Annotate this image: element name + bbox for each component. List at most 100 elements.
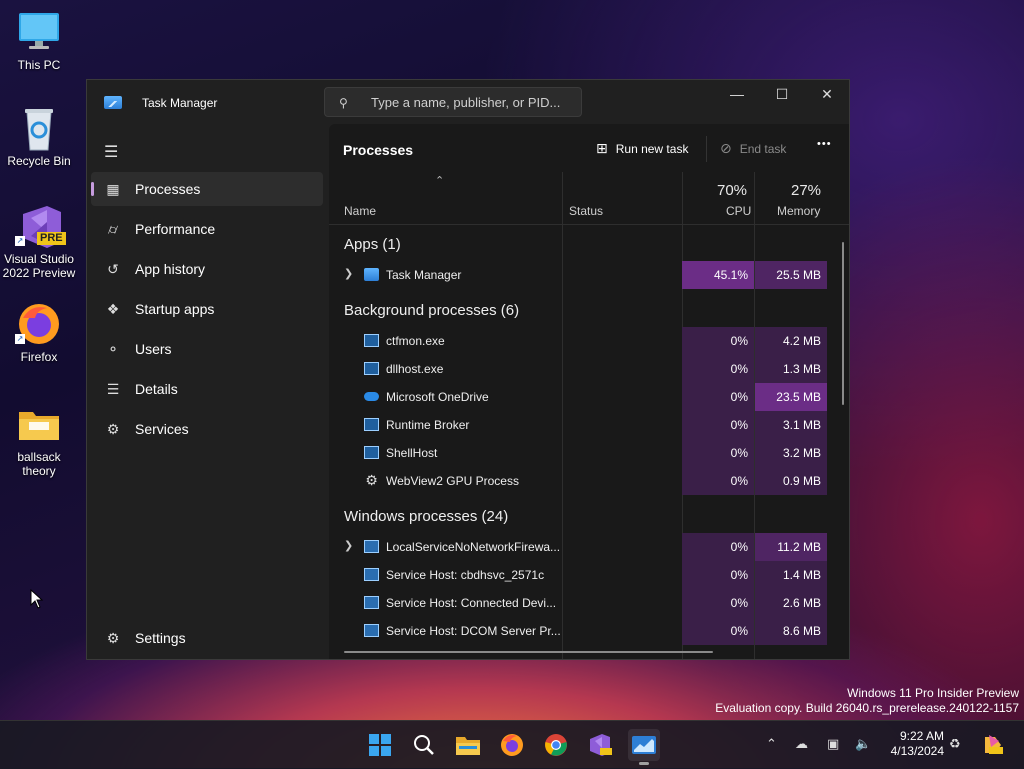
sidebar-item-startup-apps[interactable]: ❖ Startup apps [91,292,323,326]
process-cpu: 0% [682,533,754,561]
table-row[interactable]: ❯ Task Manager 45.1% 25.5 MB [329,261,849,289]
service-host-icon [364,540,379,553]
more-options-button[interactable]: ••• [817,138,832,150]
processes-panel: Processes ⊞ Run new task ⊘ End task ••• ⌃ … [329,124,849,659]
table-row[interactable]: Service Host: cbdhsvc_2571c 0% 1.4 MB [329,561,849,589]
desktop-icon-firefox[interactable]: ↗ Firefox [1,302,77,364]
processes-icon: ▦ [106,181,120,197]
table-row[interactable]: Runtime Broker 0% 3.1 MB [329,411,849,439]
clock-date: 4/13/2024 [890,744,944,758]
maximize-button[interactable]: ☐ [759,80,805,110]
network-icon[interactable]: ▣ [827,736,839,752]
table-row[interactable]: Service Host: DCOM Server Pr... 0% 8.6 M… [329,617,849,645]
table-row[interactable]: ShellHost 0% 3.2 MB [329,439,849,467]
taskbar-clock[interactable]: 9:22 AM 4/13/2024 [880,729,944,759]
gear-icon: ⚙ [365,472,378,488]
process-memory: 3.2 MB [755,439,827,467]
desktop-icon-label: Visual Studio 2022 Preview [2,252,76,280]
firefox-icon: ↗ [15,302,61,346]
desktop-icon-this-pc[interactable]: This PC [1,10,77,72]
watermark-line-1: Windows 11 Pro Insider Preview [847,686,1019,700]
copilot-pre-icon[interactable] [981,733,1005,760]
toolbar-divider [706,136,707,162]
column-cpu[interactable]: CPU [726,204,751,218]
sidebar-item-details[interactable]: ☰ Details [91,372,323,406]
chrome-icon [545,734,567,756]
visual-studio-icon [590,734,612,756]
taskbar-search-button[interactable] [408,729,440,761]
page-title: Processes [343,142,414,158]
users-icon: ⚬ [107,341,119,357]
process-memory: 3.1 MB [755,411,827,439]
horizontal-scrollbar[interactable] [344,651,713,653]
vertical-scrollbar[interactable] [842,242,844,405]
start-button[interactable] [364,729,396,761]
column-memory[interactable]: Memory [777,204,820,218]
process-memory: 0.9 MB [755,467,827,495]
desktop-icon-recycle-bin[interactable]: Recycle Bin [1,106,77,168]
desktop-icon-visual-studio[interactable]: PRE ↗ Visual Studio 2022 Preview [1,204,77,280]
taskbar-visual-studio[interactable] [584,729,616,761]
table-row[interactable]: dllhost.exe 0% 1.3 MB [329,355,849,383]
taskbar-file-explorer[interactable] [452,729,484,761]
minimize-button[interactable]: — [714,80,760,110]
process-name: WebView2 GPU Process [386,474,519,488]
onedrive-offline-icon[interactable]: ☁ [795,736,808,752]
search-placeholder[interactable]: Type a name, publisher, or PID... [371,95,560,110]
service-host-icon [364,568,379,581]
group-header-apps: Apps (1) [344,236,401,253]
expand-chevron-icon[interactable]: ❯ [344,539,353,552]
show-hidden-icons-chevron[interactable]: ⌃ [766,736,777,752]
taskbar: ⌃ ☁ ▣ 🔈 9:22 AM 4/13/2024 ♻ [0,720,1024,769]
taskbar-firefox[interactable] [496,729,528,761]
volume-muted-icon[interactable]: 🔈 [855,736,871,752]
run-new-task-button[interactable]: ⊞ Run new task [596,140,688,157]
group-header-background: Background processes (6) [344,302,520,319]
sort-ascending-icon: ⌃ [435,175,445,187]
taskbar-chrome[interactable] [540,729,572,761]
window-title: Task Manager [142,96,218,110]
sidebar-item-settings[interactable]: ⚙ Settings [91,621,323,655]
column-name[interactable]: Name [344,204,376,218]
process-cpu: 0% [682,561,754,589]
app-window-icon [364,446,379,459]
table-row[interactable]: ctfmon.exe 0% 4.2 MB [329,327,849,355]
task-manager-icon [104,96,122,109]
sidebar-item-performance[interactable]: ⌭ Performance [91,212,323,246]
process-memory: 4.2 MB [755,327,827,355]
close-icon: ✕ [821,86,833,102]
process-name: Microsoft OneDrive [386,390,489,404]
process-name: Task Manager [386,268,462,282]
end-task-button[interactable]: ⊘ End task [720,140,786,157]
sidebar-item-services[interactable]: ⚙ Services [91,412,323,446]
search-icon [414,735,434,755]
services-icon: ⚙ [106,421,120,437]
notifications-bell-icon[interactable]: ♻ [949,736,961,752]
app-window-icon [364,362,379,375]
title-bar[interactable]: Task Manager ⚲ Type a name, publisher, o… [87,80,849,124]
hamburger-menu-icon[interactable]: ☰ [104,142,118,162]
process-memory: 8.6 MB [755,617,827,645]
search-box[interactable]: ⚲ Type a name, publisher, or PID... [324,87,582,117]
app-window-icon [364,418,379,431]
table-row[interactable]: Microsoft OneDrive 0% 23.5 MB [329,383,849,411]
minimize-icon: — [730,86,744,102]
table-row[interactable]: ❯ LocalServiceNoNetworkFirewa... 0% 11.2… [329,533,849,561]
close-button[interactable]: ✕ [804,80,850,110]
sidebar-item-users[interactable]: ⚬ Users [91,332,323,366]
expand-chevron-icon[interactable]: ❯ [344,267,353,280]
firefox-icon [501,734,523,756]
table-row[interactable]: Service Host: Connected Devi... 0% 2.6 M… [329,589,849,617]
table-row[interactable]: ⚙ WebView2 GPU Process 0% 0.9 MB [329,467,849,495]
sidebar-item-app-history[interactable]: ↺ App history [91,252,323,286]
service-host-icon [364,624,379,637]
column-status[interactable]: Status [569,204,603,218]
onedrive-cloud-icon [364,392,379,401]
process-cpu: 0% [682,439,754,467]
taskbar-task-manager[interactable] [628,729,660,765]
shortcut-arrow-icon: ↗ [15,236,25,246]
sidebar-item-processes[interactable]: ▦ Processes [91,172,323,206]
sidebar-item-label: App history [135,261,206,277]
desktop-icon-ballsack-theory[interactable]: ballsack theory [1,402,77,478]
service-host-icon [364,596,379,609]
